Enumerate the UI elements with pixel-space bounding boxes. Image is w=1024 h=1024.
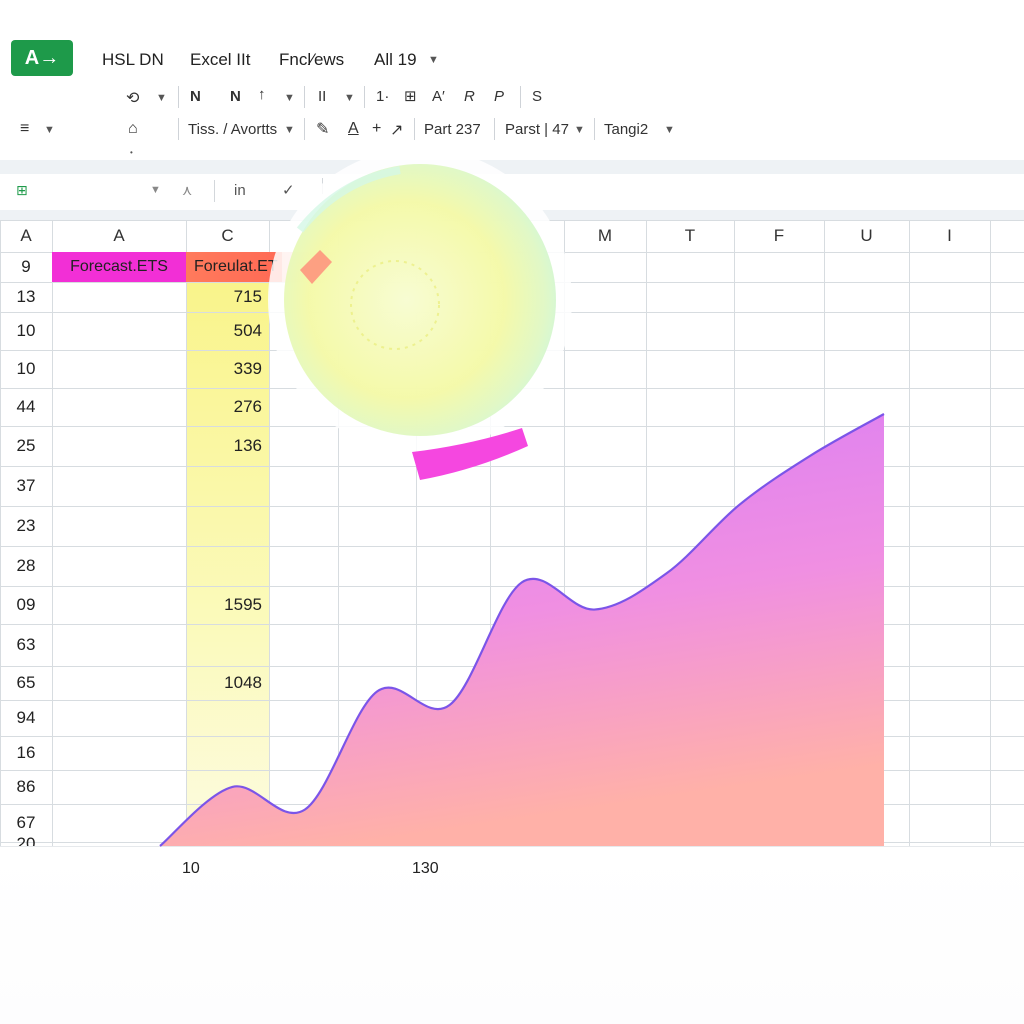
area-chart[interactable]	[0, 0, 1024, 1024]
crystal-ball-icon	[268, 148, 572, 480]
x-tick-label: 10	[182, 860, 200, 877]
x-tick-label: 130	[412, 860, 439, 877]
